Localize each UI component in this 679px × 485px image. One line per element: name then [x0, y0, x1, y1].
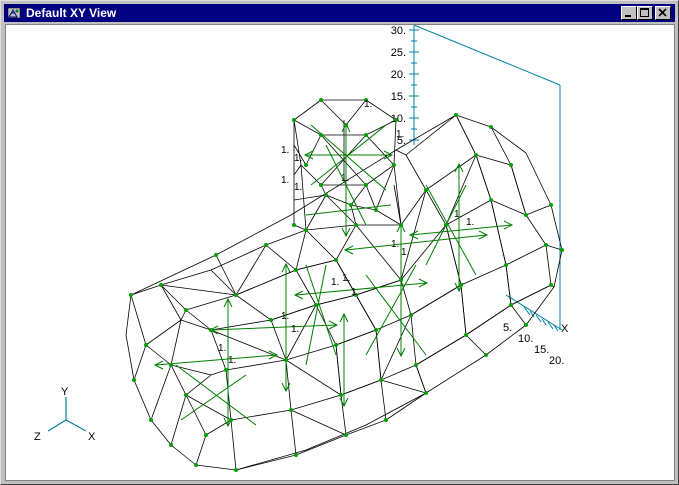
- load-label: 1.: [281, 311, 289, 322]
- load-label: 1.: [341, 173, 349, 184]
- load-label: 1.: [391, 239, 399, 250]
- depth-ruler: [523, 306, 559, 332]
- maximize-button[interactable]: [637, 6, 653, 20]
- maximize-icon: [640, 8, 649, 17]
- load-label: 1.: [294, 153, 302, 164]
- load-label: 1.: [454, 209, 462, 220]
- ruler-tick-label: 30.: [391, 25, 406, 37]
- ruler-axis-label: X: [561, 323, 569, 335]
- load-label: 1.: [218, 343, 226, 354]
- ruler-tick-label: 20.: [391, 69, 406, 81]
- close-icon: [658, 8, 667, 17]
- minimize-button[interactable]: [621, 6, 637, 20]
- coordinate-triad: [47, 397, 87, 432]
- app-mesh-icon[interactable]: [7, 6, 21, 20]
- load-label: 1.: [342, 273, 350, 284]
- load-label: 1.: [466, 217, 474, 228]
- title-bar[interactable]: Default XY View: [4, 4, 675, 22]
- load-label: 1.: [281, 175, 289, 186]
- triad-x-label: X: [88, 431, 96, 443]
- load-label: 1.: [281, 145, 289, 156]
- triad-z-label: Z: [34, 431, 41, 443]
- load-label: 1.: [291, 324, 299, 335]
- load-label: 1.: [401, 247, 409, 258]
- load-label: 1.: [294, 182, 302, 193]
- ruler-tick-label: 15.: [391, 91, 406, 103]
- view-window: Default XY View 30. 25. 20. 15. 10. 5. 5…: [0, 0, 679, 485]
- ruler-tick-label: 10.: [391, 113, 406, 125]
- viewport[interactable]: 30. 25. 20. 15. 10. 5. 5. 10. 15. 20. X: [5, 24, 675, 481]
- close-button[interactable]: [655, 6, 671, 20]
- triad-y-label: Y: [61, 386, 69, 398]
- load-label: 1.: [228, 355, 236, 366]
- minimize-icon: [625, 15, 631, 17]
- triad-labels: Y Z X: [34, 386, 96, 443]
- ruler-tick-label: 25.: [391, 47, 406, 59]
- ruler-tick-label: 20.: [549, 355, 564, 367]
- load-label: 1.: [351, 287, 359, 298]
- model-canvas[interactable]: 30. 25. 20. 15. 10. 5. 5. 10. 15. 20. X: [6, 25, 674, 480]
- vertical-ruler: [409, 25, 563, 331]
- window-title: Default XY View: [26, 6, 117, 20]
- ruler-tick-label: 5.: [503, 322, 512, 334]
- ruler-tick-label: 10.: [518, 333, 533, 345]
- load-label: 1.: [396, 129, 404, 140]
- load-label: 1.: [331, 277, 339, 288]
- ruler-tick-label: 15.: [534, 344, 549, 356]
- load-label: 1.: [364, 99, 372, 110]
